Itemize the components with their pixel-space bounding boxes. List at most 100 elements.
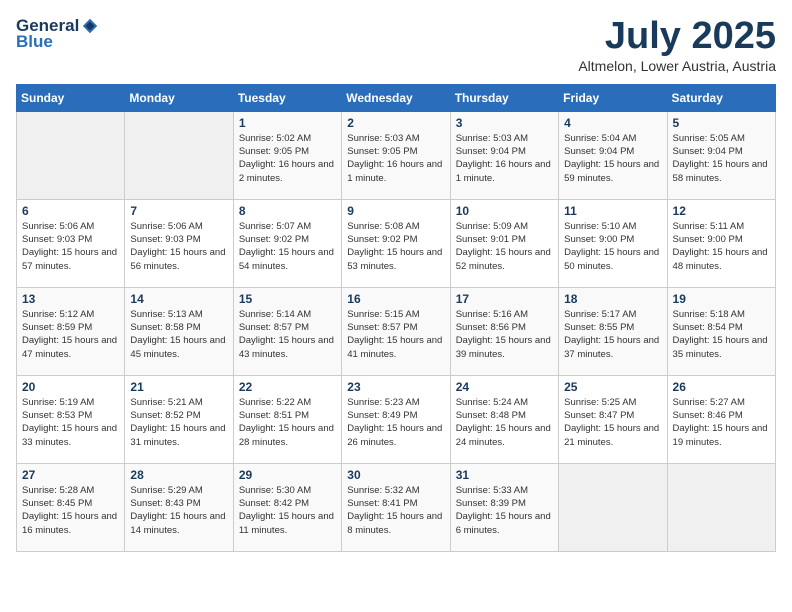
day-info: Sunrise: 5:10 AMSunset: 9:00 PMDaylight:… xyxy=(564,220,661,273)
table-cell: 11 Sunrise: 5:10 AMSunset: 9:00 PMDayligh… xyxy=(559,199,667,287)
day-number: 20 xyxy=(22,380,119,394)
day-number: 4 xyxy=(564,116,661,130)
day-info: Sunrise: 5:09 AMSunset: 9:01 PMDaylight:… xyxy=(456,220,553,273)
day-info: Sunrise: 5:28 AMSunset: 8:45 PMDaylight:… xyxy=(22,484,119,537)
day-number: 24 xyxy=(456,380,553,394)
day-info: Sunrise: 5:03 AMSunset: 9:04 PMDaylight:… xyxy=(456,132,553,185)
table-cell: 25Sunrise: 5:25 AMSunset: 8:47 PMDayligh… xyxy=(559,375,667,463)
week-row-3: 13 Sunrise: 5:12 AMSunset: 8:59 PMDayligh… xyxy=(17,287,776,375)
table-cell: 4 Sunrise: 5:04 AMSunset: 9:04 PMDaylight… xyxy=(559,111,667,199)
table-cell: 3 Sunrise: 5:03 AMSunset: 9:04 PMDaylight… xyxy=(450,111,558,199)
table-cell: 28Sunrise: 5:29 AMSunset: 8:43 PMDayligh… xyxy=(125,463,233,551)
table-cell: 20Sunrise: 5:19 AMSunset: 8:53 PMDayligh… xyxy=(17,375,125,463)
table-cell: 10 Sunrise: 5:09 AMSunset: 9:01 PMDayligh… xyxy=(450,199,558,287)
table-cell: 6 Sunrise: 5:06 AMSunset: 9:03 PMDaylight… xyxy=(17,199,125,287)
day-info: Sunrise: 5:04 AMSunset: 9:04 PMDaylight:… xyxy=(564,132,661,185)
day-info: Sunrise: 5:14 AMSunset: 8:57 PMDaylight:… xyxy=(239,308,336,361)
day-number: 22 xyxy=(239,380,336,394)
day-info: Sunrise: 5:32 AMSunset: 8:41 PMDaylight:… xyxy=(347,484,444,537)
day-info: Sunrise: 5:13 AMSunset: 8:58 PMDaylight:… xyxy=(130,308,227,361)
table-cell: 17Sunrise: 5:16 AMSunset: 8:56 PMDayligh… xyxy=(450,287,558,375)
table-cell: 19 Sunrise: 5:18 AMSunset: 8:54 PMDayligh… xyxy=(667,287,775,375)
header-tuesday: Tuesday xyxy=(233,84,341,111)
week-row-5: 27 Sunrise: 5:28 AMSunset: 8:45 PMDayligh… xyxy=(17,463,776,551)
logo-blue-text: Blue xyxy=(16,32,53,52)
day-info: Sunrise: 5:06 AMSunset: 9:03 PMDaylight:… xyxy=(130,220,227,273)
table-cell: 24 Sunrise: 5:24 AMSunset: 8:48 PMDayligh… xyxy=(450,375,558,463)
day-info: Sunrise: 5:21 AMSunset: 8:52 PMDaylight:… xyxy=(130,396,227,449)
table-cell: 31 Sunrise: 5:33 AMSunset: 8:39 PMDayligh… xyxy=(450,463,558,551)
page-header: General Blue July 2025 Altmelon, Lower A… xyxy=(16,16,776,74)
day-number: 23 xyxy=(347,380,444,394)
table-cell: 12 Sunrise: 5:11 AMSunset: 9:00 PMDayligh… xyxy=(667,199,775,287)
week-row-2: 6 Sunrise: 5:06 AMSunset: 9:03 PMDaylight… xyxy=(17,199,776,287)
day-info: Sunrise: 5:06 AMSunset: 9:03 PMDaylight:… xyxy=(22,220,119,273)
header-wednesday: Wednesday xyxy=(342,84,450,111)
day-info: Sunrise: 5:29 AMSunset: 8:43 PMDaylight:… xyxy=(130,484,227,537)
table-cell: 7 Sunrise: 5:06 AMSunset: 9:03 PMDaylight… xyxy=(125,199,233,287)
day-info: Sunrise: 5:24 AMSunset: 8:48 PMDaylight:… xyxy=(456,396,553,449)
day-number: 5 xyxy=(673,116,770,130)
table-cell: 22 Sunrise: 5:22 AMSunset: 8:51 PMDayligh… xyxy=(233,375,341,463)
table-cell: 26Sunrise: 5:27 AMSunset: 8:46 PMDayligh… xyxy=(667,375,775,463)
day-number: 19 xyxy=(673,292,770,306)
day-info: Sunrise: 5:03 AMSunset: 9:05 PMDaylight:… xyxy=(347,132,444,185)
table-cell: 23Sunrise: 5:23 AMSunset: 8:49 PMDayligh… xyxy=(342,375,450,463)
week-row-4: 20Sunrise: 5:19 AMSunset: 8:53 PMDayligh… xyxy=(17,375,776,463)
day-number: 15 xyxy=(239,292,336,306)
day-number: 17 xyxy=(456,292,553,306)
logo: General Blue xyxy=(16,16,99,52)
table-cell xyxy=(559,463,667,551)
day-number: 9 xyxy=(347,204,444,218)
day-info: Sunrise: 5:05 AMSunset: 9:04 PMDaylight:… xyxy=(673,132,770,185)
table-cell: 18 Sunrise: 5:17 AMSunset: 8:55 PMDayligh… xyxy=(559,287,667,375)
day-number: 27 xyxy=(22,468,119,482)
day-info: Sunrise: 5:30 AMSunset: 8:42 PMDaylight:… xyxy=(239,484,336,537)
table-cell: 8Sunrise: 5:07 AMSunset: 9:02 PMDaylight… xyxy=(233,199,341,287)
calendar-header-row: Sunday Monday Tuesday Wednesday Thursday… xyxy=(17,84,776,111)
logo-icon xyxy=(81,17,99,35)
day-number: 7 xyxy=(130,204,227,218)
table-cell: 13 Sunrise: 5:12 AMSunset: 8:59 PMDayligh… xyxy=(17,287,125,375)
day-number: 2 xyxy=(347,116,444,130)
table-cell: 14 Sunrise: 5:13 AMSunset: 8:58 PMDayligh… xyxy=(125,287,233,375)
day-info: Sunrise: 5:17 AMSunset: 8:55 PMDaylight:… xyxy=(564,308,661,361)
table-cell: 30 Sunrise: 5:32 AMSunset: 8:41 PMDayligh… xyxy=(342,463,450,551)
day-number: 3 xyxy=(456,116,553,130)
day-info: Sunrise: 5:02 AMSunset: 9:05 PMDaylight:… xyxy=(239,132,336,185)
day-info: Sunrise: 5:33 AMSunset: 8:39 PMDaylight:… xyxy=(456,484,553,537)
table-cell xyxy=(17,111,125,199)
day-number: 21 xyxy=(130,380,227,394)
header-thursday: Thursday xyxy=(450,84,558,111)
calendar-location: Altmelon, Lower Austria, Austria xyxy=(578,58,776,74)
day-number: 10 xyxy=(456,204,553,218)
title-block: July 2025 Altmelon, Lower Austria, Austr… xyxy=(578,16,776,74)
header-monday: Monday xyxy=(125,84,233,111)
day-info: Sunrise: 5:15 AMSunset: 8:57 PMDaylight:… xyxy=(347,308,444,361)
table-cell: 15 Sunrise: 5:14 AMSunset: 8:57 PMDayligh… xyxy=(233,287,341,375)
day-number: 18 xyxy=(564,292,661,306)
table-cell: 5 Sunrise: 5:05 AMSunset: 9:04 PMDaylight… xyxy=(667,111,775,199)
day-number: 12 xyxy=(673,204,770,218)
day-number: 29 xyxy=(239,468,336,482)
day-number: 16 xyxy=(347,292,444,306)
day-info: Sunrise: 5:12 AMSunset: 8:59 PMDaylight:… xyxy=(22,308,119,361)
day-number: 11 xyxy=(564,204,661,218)
table-cell xyxy=(125,111,233,199)
day-info: Sunrise: 5:11 AMSunset: 9:00 PMDaylight:… xyxy=(673,220,770,273)
day-number: 31 xyxy=(456,468,553,482)
day-info: Sunrise: 5:27 AMSunset: 8:46 PMDaylight:… xyxy=(673,396,770,449)
day-info: Sunrise: 5:22 AMSunset: 8:51 PMDaylight:… xyxy=(239,396,336,449)
calendar-title: July 2025 xyxy=(578,16,776,58)
table-cell: 29 Sunrise: 5:30 AMSunset: 8:42 PMDayligh… xyxy=(233,463,341,551)
table-cell: 9 Sunrise: 5:08 AMSunset: 9:02 PMDaylight… xyxy=(342,199,450,287)
day-number: 13 xyxy=(22,292,119,306)
day-number: 30 xyxy=(347,468,444,482)
day-info: Sunrise: 5:18 AMSunset: 8:54 PMDaylight:… xyxy=(673,308,770,361)
day-info: Sunrise: 5:08 AMSunset: 9:02 PMDaylight:… xyxy=(347,220,444,273)
day-number: 6 xyxy=(22,204,119,218)
day-number: 14 xyxy=(130,292,227,306)
day-info: Sunrise: 5:07 AMSunset: 9:02 PMDaylight:… xyxy=(239,220,336,273)
table-cell: 27 Sunrise: 5:28 AMSunset: 8:45 PMDayligh… xyxy=(17,463,125,551)
table-cell: 1Sunrise: 5:02 AMSunset: 9:05 PMDaylight… xyxy=(233,111,341,199)
